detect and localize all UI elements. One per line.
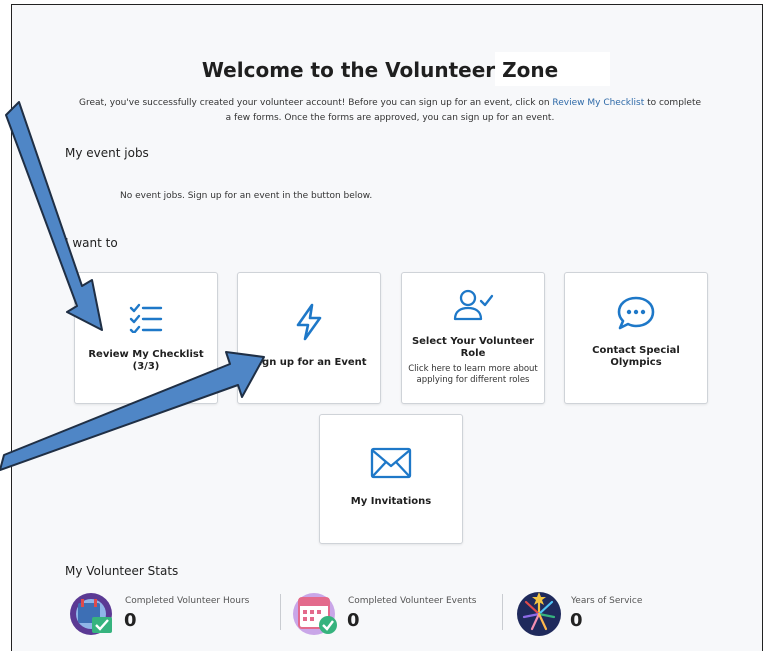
annotation-arrows [0, 101, 265, 471]
annotation-arrow-to-sign-up [0, 351, 265, 471]
annotation-arrow-to-checklist [5, 101, 103, 331]
screenshot-frame: Welcome to the Volunteer Zone Great, you… [0, 0, 773, 651]
